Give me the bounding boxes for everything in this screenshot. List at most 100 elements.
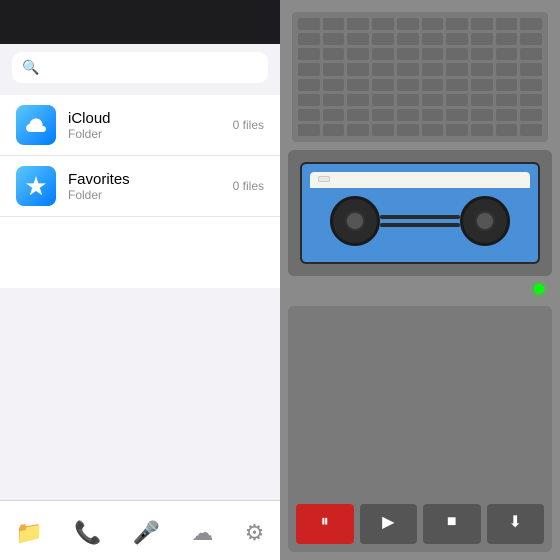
cassette-top (310, 172, 530, 186)
tab-mic[interactable]: 🎤 (133, 520, 160, 546)
grille-slot (446, 124, 468, 136)
speaker-grille: // Generate grille slots const grille = … (292, 12, 548, 142)
grille-slot (397, 33, 419, 45)
grille-slot (372, 109, 394, 121)
grille-slot (422, 18, 444, 30)
stop-button[interactable]: ■ (423, 504, 481, 544)
grille-slot (496, 109, 518, 121)
led-green (534, 284, 544, 294)
file-list: iCloud Folder 0 files Favorites Folder 0… (0, 95, 280, 288)
storage-info (0, 292, 280, 308)
grille-slot (372, 18, 394, 30)
grille-slot (446, 48, 468, 60)
grille-slot (496, 63, 518, 75)
controls-area: ⏸ ▶ ■ ⬇ (288, 306, 552, 552)
shared-icon: 📞 (74, 520, 101, 546)
grille-slot (471, 124, 493, 136)
grille-slot (347, 48, 369, 60)
grille-slot (471, 48, 493, 60)
tab-settings[interactable]: ⚙ (245, 520, 265, 546)
recents-icon: 📁 (16, 520, 43, 546)
file-info: Favorites Folder (68, 171, 221, 202)
tab-recents[interactable]: 📁 (16, 520, 43, 546)
grille-slot (323, 18, 345, 30)
grille-slot (520, 109, 542, 121)
list-item[interactable]: Favorites Folder 0 files (0, 156, 280, 217)
grille-slot (496, 79, 518, 91)
grille-slot (520, 94, 542, 106)
grille-slot (471, 63, 493, 75)
grille-slot (397, 79, 419, 91)
grille-slot (323, 48, 345, 60)
grille-slot (446, 79, 468, 91)
grille-slot (298, 63, 320, 75)
cassette-tape[interactable] (300, 162, 540, 264)
search-bar[interactable]: 🔍 (12, 52, 268, 83)
grille-slot (298, 94, 320, 106)
play-button[interactable]: ▶ (360, 504, 418, 544)
tab-shared[interactable]: 📞 (74, 520, 101, 546)
grille-slot (347, 124, 369, 136)
grille-slot (347, 109, 369, 121)
grille-slot (298, 79, 320, 91)
grille-slot (372, 63, 394, 75)
grille-slot (422, 124, 444, 136)
right-reel (460, 196, 510, 246)
grille-slot (520, 18, 542, 30)
grille-slot (397, 18, 419, 30)
grille-slot (372, 79, 394, 91)
list-item[interactable]: iCloud Folder 0 files (0, 95, 280, 156)
nav-header (0, 0, 280, 44)
file-info: iCloud Folder (68, 110, 221, 141)
cloud-icon: ☁ (191, 520, 213, 546)
play-icon: ▶ (382, 512, 394, 532)
grille-slot (323, 63, 345, 75)
cassette-reels (310, 188, 530, 254)
grille-slot (323, 109, 345, 121)
grille-slot (347, 79, 369, 91)
grille-slot (397, 48, 419, 60)
save-icon: ⬇ (509, 512, 522, 532)
left-reel (330, 196, 380, 246)
grille-slot (471, 109, 493, 121)
search-icon: 🔍 (22, 59, 39, 76)
grille-slot (496, 18, 518, 30)
grille-slot (397, 63, 419, 75)
tape-line-top (380, 215, 460, 219)
grille-slot (323, 79, 345, 91)
grille-slot (298, 33, 320, 45)
file-count: 0 files (233, 118, 264, 132)
grille-slot (347, 63, 369, 75)
grille-slot (347, 33, 369, 45)
grille-slot (520, 124, 542, 136)
grille-slot (397, 109, 419, 121)
tab-bar: 📁 📞 🎤 ☁ ⚙ (0, 500, 280, 560)
grille-slot (471, 18, 493, 30)
grille-slot (471, 94, 493, 106)
grille-slot (520, 33, 542, 45)
grille-slot (496, 48, 518, 60)
grille-slot (422, 79, 444, 91)
cassette-area (288, 150, 552, 276)
stop-icon: ■ (447, 513, 457, 531)
save-as-button[interactable]: ⬇ (487, 504, 545, 544)
grille-slot (298, 109, 320, 121)
file-type: Folder (68, 127, 221, 141)
pause-button[interactable]: ⏸ (296, 504, 354, 544)
tab-cloud[interactable]: ☁ (191, 520, 213, 546)
grille-slot (422, 48, 444, 60)
grille-slot (298, 48, 320, 60)
grille-slot (446, 63, 468, 75)
grille-slot (446, 33, 468, 45)
grille-slot (496, 94, 518, 106)
reel-inner (475, 211, 495, 231)
grille-slot (397, 124, 419, 136)
favorites-folder-icon (16, 166, 56, 206)
grille-slot (520, 79, 542, 91)
grille-slot (347, 94, 369, 106)
grille-slot (496, 33, 518, 45)
pause-icon: ⏸ (321, 513, 329, 531)
grille-slot (323, 33, 345, 45)
grille-slot (422, 63, 444, 75)
file-name: iCloud (68, 110, 221, 127)
